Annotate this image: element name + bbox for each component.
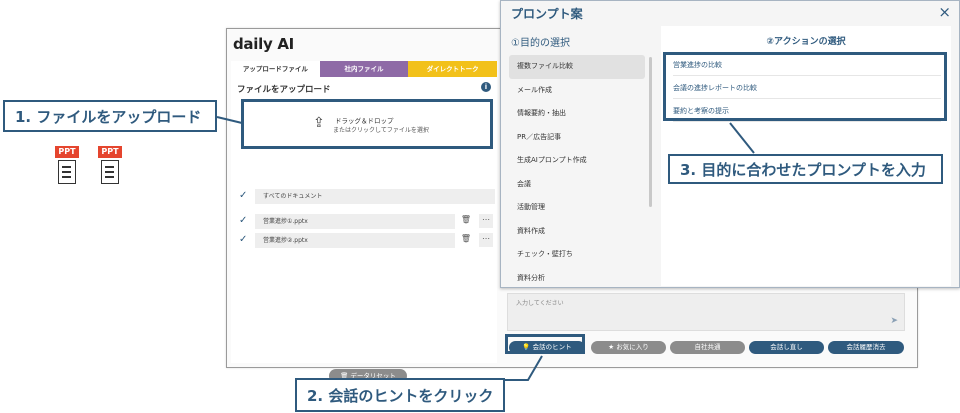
step1-callout: 1. ファイルをアップロード <box>3 100 217 132</box>
action-item[interactable]: 営業進捗の比較 <box>673 54 941 76</box>
step2-callout: 2. 会話のヒントをクリック <box>295 378 505 412</box>
purpose-list: 複数ファイル比較 メール作成 情報要約・抽出 PR／広告記事 生成AIプロンプト… <box>509 55 645 290</box>
trash-icon[interactable]: 🗑 <box>461 215 471 224</box>
tab-direct-talk[interactable]: ダイレクトトーク <box>408 61 498 77</box>
more-icon[interactable]: ⋯ <box>479 214 493 228</box>
purpose-item[interactable]: 資料分析 <box>509 267 645 291</box>
purpose-scrollbar[interactable] <box>649 57 652 207</box>
close-icon[interactable]: × <box>938 3 951 21</box>
action-section-title: ②アクションの選択 <box>766 37 846 47</box>
file-name: 営業進捗①.pptx <box>255 214 455 229</box>
conversation-hint-label: 会話のヒント <box>532 343 572 351</box>
document-icon <box>101 160 119 184</box>
company-common-button[interactable]: 自社共通 <box>670 341 745 354</box>
redo-conversation-button[interactable]: 会話し直し <box>749 341 824 354</box>
purpose-item[interactable]: 資料作成 <box>509 220 645 244</box>
file-name: 営業進捗②.pptx <box>255 233 455 248</box>
clear-history-button[interactable]: 会話履歴消去 <box>828 341 904 354</box>
favorites-button[interactable]: ★ お気に入り <box>591 341 666 354</box>
check-icon[interactable]: ✓ <box>239 190 247 201</box>
app-logo: daily AI <box>233 35 294 53</box>
dropzone-label: ドラッグ＆ドロップ <box>335 117 394 125</box>
prompt-popup: プロンプト案 × ①目的の選択 複数ファイル比較 メール作成 情報要約・抽出 P… <box>500 0 960 288</box>
more-icon[interactable]: ⋯ <box>479 233 493 247</box>
file-dropzone[interactable]: ⇪ ドラッグ＆ドロップ またはクリックしてファイルを選択 <box>245 103 493 147</box>
ppt-file-icon: PPT <box>55 146 79 184</box>
document-icon <box>58 160 76 184</box>
lightbulb-icon: 💡 <box>522 343 531 351</box>
purpose-item[interactable]: 生成AIプロンプト作成 <box>509 149 645 173</box>
favorites-label: お気に入り <box>616 343 649 351</box>
chat-input-panel: 入力してください ➤ 💡 会話のヒント ★ お気に入り 自社共通 会話し直し 会… <box>503 289 915 365</box>
star-icon: ★ <box>608 343 615 351</box>
purpose-item[interactable]: 複数ファイル比較 <box>509 55 645 79</box>
tab-internal-file[interactable]: 社内ファイル <box>319 61 409 77</box>
check-icon[interactable]: ✓ <box>239 215 247 226</box>
info-icon[interactable]: i <box>481 82 491 92</box>
action-item[interactable]: 要約と考察の提示 <box>673 100 941 122</box>
tab-upload-file[interactable]: アップロードファイル <box>231 61 320 77</box>
step3-callout: 3. 目的に合わせたプロンプトを入力 <box>668 154 943 184</box>
file-row[interactable]: ✓ 営業進捗②.pptx 🗑 ⋯ <box>239 233 495 248</box>
purpose-item[interactable]: メール作成 <box>509 79 645 103</box>
chat-input[interactable]: 入力してください ➤ <box>507 293 905 331</box>
purpose-item[interactable]: 活動管理 <box>509 196 645 220</box>
purpose-item[interactable]: PR／広告記事 <box>509 126 645 150</box>
upload-panel: アップロードファイル 社内ファイル ダイレクトトーク ファイルをアップロード i… <box>231 61 498 383</box>
source-tabs: アップロードファイル 社内ファイル ダイレクトトーク <box>231 61 498 77</box>
conversation-hint-button[interactable]: 💡 会話のヒント <box>509 341 585 354</box>
chat-input-placeholder: 入力してください <box>516 300 564 307</box>
ppt-tag: PPT <box>98 146 122 158</box>
all-documents-label: すべてのドキュメント <box>255 189 495 204</box>
purpose-item[interactable]: 情報要約・抽出 <box>509 102 645 126</box>
popup-title: プロンプト案 <box>511 7 583 21</box>
send-icon[interactable]: ➤ <box>890 316 898 326</box>
purpose-item[interactable]: チェック・壁打ち <box>509 243 645 267</box>
all-documents-row[interactable]: ✓ すべてのドキュメント <box>239 189 495 204</box>
purpose-item[interactable]: 会議 <box>509 173 645 197</box>
file-row[interactable]: ✓ 営業進捗①.pptx 🗑 ⋯ <box>239 214 495 229</box>
purpose-section-title: ①目的の選択 <box>511 38 570 49</box>
ppt-file-icon: PPT <box>98 146 122 184</box>
action-item[interactable]: 会議の進捗レポートの比較 <box>673 77 941 99</box>
dropzone-sublabel: またはクリックしてファイルを選択 <box>333 127 429 134</box>
upload-icon: ⇪ <box>313 115 325 131</box>
trash-icon[interactable]: 🗑 <box>461 234 471 243</box>
check-icon[interactable]: ✓ <box>239 234 247 245</box>
upload-title: ファイルをアップロード <box>237 85 331 95</box>
ppt-tag: PPT <box>55 146 79 158</box>
